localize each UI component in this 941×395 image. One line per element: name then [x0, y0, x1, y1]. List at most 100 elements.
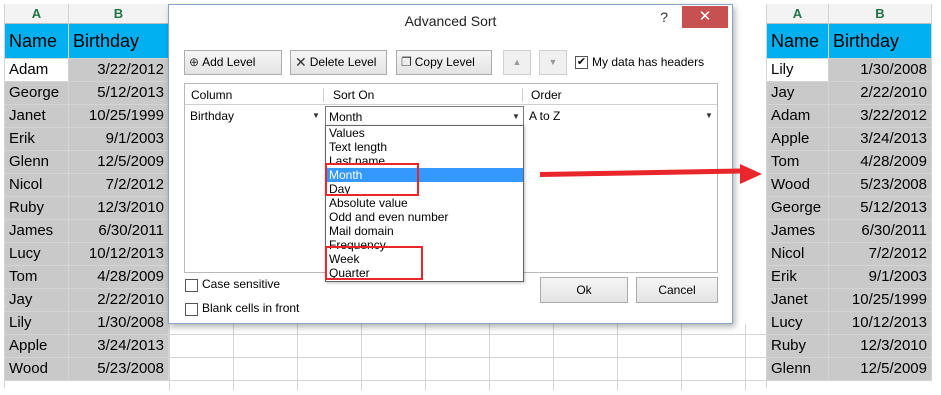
table-row: Jay 2/22/2010: [5, 289, 169, 312]
birthday-cell[interactable]: 10/12/2013: [69, 243, 169, 265]
sort-on-option[interactable]: Mail domain: [326, 224, 523, 238]
name-cell[interactable]: Erik: [5, 128, 69, 150]
name-cell[interactable]: Lucy: [767, 312, 829, 334]
birthday-cell[interactable]: 9/1/2003: [829, 266, 932, 288]
birthday-cell[interactable]: 6/30/2011: [69, 220, 169, 242]
table-row: Erik 9/1/2003: [5, 128, 169, 151]
name-cell[interactable]: Wood: [767, 174, 829, 196]
help-button[interactable]: ?: [660, 9, 668, 25]
name-cell[interactable]: George: [767, 197, 829, 219]
headers-checkbox[interactable]: ✔: [575, 56, 588, 69]
birthday-cell[interactable]: 7/2/2012: [69, 174, 169, 196]
name-cell[interactable]: James: [767, 220, 829, 242]
header-cell-name[interactable]: Name: [767, 24, 829, 58]
cancel-button[interactable]: Cancel: [636, 277, 718, 303]
birthday-cell[interactable]: 3/24/2013: [69, 335, 169, 357]
close-button[interactable]: ✕: [682, 6, 728, 28]
add-level-button[interactable]: ⊕ Add Level: [184, 50, 282, 75]
birthday-cell[interactable]: 12/5/2009: [829, 358, 932, 380]
header-cell-birthday[interactable]: Birthday: [69, 24, 169, 58]
birthday-cell[interactable]: 10/25/1999: [69, 105, 169, 127]
birthday-cell[interactable]: 10/25/1999: [829, 289, 932, 311]
name-cell[interactable]: Adam: [767, 105, 829, 127]
name-cell[interactable]: Nicol: [767, 243, 829, 265]
table-row: Adam 3/22/2012: [767, 105, 932, 128]
sort-on-option[interactable]: Absolute value: [326, 196, 523, 210]
birthday-cell[interactable]: 5/23/2008: [829, 174, 932, 196]
name-cell[interactable]: Ruby: [767, 335, 829, 357]
name-cell[interactable]: Ruby: [5, 197, 69, 219]
birthday-cell[interactable]: 12/3/2010: [829, 335, 932, 357]
name-cell[interactable]: James: [5, 220, 69, 242]
birthday-cell[interactable]: 12/3/2010: [69, 197, 169, 219]
name-cell[interactable]: Glenn: [5, 151, 69, 173]
column-header-b[interactable]: B: [69, 4, 169, 24]
ok-button[interactable]: Ok: [540, 277, 628, 303]
column-select[interactable]: Birthday ▼: [187, 106, 323, 128]
birthday-cell[interactable]: 3/22/2012: [829, 105, 932, 127]
table-row: Lucy 10/12/2013: [767, 312, 932, 335]
birthday-cell[interactable]: 3/24/2013: [829, 128, 932, 150]
birthday-cell[interactable]: 12/5/2009: [69, 151, 169, 173]
header-cell-name[interactable]: Name: [5, 24, 69, 58]
table-row: Jay 2/22/2010: [767, 82, 932, 105]
name-cell[interactable]: Janet: [767, 289, 829, 311]
birthday-cell[interactable]: 3/22/2012: [69, 59, 169, 81]
name-cell[interactable]: Adam: [5, 59, 69, 81]
copy-level-button[interactable]: ❐ Copy Level: [396, 50, 492, 75]
birthday-cell[interactable]: 5/23/2008: [69, 358, 169, 380]
name-cell[interactable]: Apple: [767, 128, 829, 150]
sort-on-option[interactable]: Text length: [326, 140, 523, 154]
name-cell[interactable]: Lily: [767, 59, 829, 81]
table-row: Nicol 7/2/2012: [5, 174, 169, 197]
name-cell[interactable]: Jay: [5, 289, 69, 311]
name-cell[interactable]: Lily: [5, 312, 69, 334]
delete-level-label: Delete Level: [309, 55, 377, 69]
birthday-cell[interactable]: 6/30/2011: [829, 220, 932, 242]
table-row: Wood 5/23/2008: [5, 358, 169, 381]
case-sensitive-checkbox[interactable]: [185, 279, 198, 292]
table-row: Tom 4/28/2009: [5, 266, 169, 289]
order-select[interactable]: A to Z ▼: [526, 106, 716, 128]
delete-level-button[interactable]: ✕ Delete Level: [290, 50, 387, 75]
name-cell[interactable]: Jay: [767, 82, 829, 104]
birthday-cell[interactable]: 4/28/2009: [829, 151, 932, 173]
header-row: Name Birthday: [767, 24, 932, 59]
birthday-cell[interactable]: 2/22/2010: [829, 82, 932, 104]
birthday-cell[interactable]: 5/12/2013: [69, 82, 169, 104]
birthday-cell[interactable]: 10/12/2013: [829, 312, 932, 334]
birthday-cell[interactable]: 9/1/2003: [69, 128, 169, 150]
birthday-cell[interactable]: 1/30/2008: [69, 312, 169, 334]
table-row: Lucy 10/12/2013: [5, 243, 169, 266]
table-row: Nicol 7/2/2012: [767, 243, 932, 266]
table-row: Glenn 12/5/2009: [5, 151, 169, 174]
move-down-button[interactable]: ▼: [539, 50, 567, 75]
birthday-cell[interactable]: 7/2/2012: [829, 243, 932, 265]
blank-cells-checkbox[interactable]: [185, 303, 198, 316]
sort-on-option[interactable]: Odd and even number: [326, 210, 523, 224]
dialog-titlebar[interactable]: Advanced Sort ? ✕: [169, 5, 732, 37]
table-row: Apple 3/24/2013: [5, 335, 169, 358]
name-cell[interactable]: Tom: [767, 151, 829, 173]
name-cell[interactable]: George: [5, 82, 69, 104]
name-cell[interactable]: Apple: [5, 335, 69, 357]
column-header-a[interactable]: A: [5, 4, 69, 24]
move-up-button[interactable]: ▲: [503, 50, 531, 75]
name-cell[interactable]: Wood: [5, 358, 69, 380]
birthday-cell[interactable]: 5/12/2013: [829, 197, 932, 219]
name-cell[interactable]: Erik: [767, 266, 829, 288]
name-cell[interactable]: Janet: [5, 105, 69, 127]
birthday-cell[interactable]: 1/30/2008: [829, 59, 932, 81]
header-cell-birthday[interactable]: Birthday: [829, 24, 932, 58]
copy-level-label: Copy Level: [414, 55, 475, 69]
column-header-b[interactable]: B: [829, 4, 932, 24]
name-cell[interactable]: Nicol: [5, 174, 69, 196]
column-header-a[interactable]: A: [767, 4, 829, 24]
sort-on-option[interactable]: Values: [326, 126, 523, 140]
birthday-cell[interactable]: 4/28/2009: [69, 266, 169, 288]
name-cell[interactable]: Lucy: [5, 243, 69, 265]
table-row: George 5/12/2013: [5, 82, 169, 105]
name-cell[interactable]: Tom: [5, 266, 69, 288]
name-cell[interactable]: Glenn: [767, 358, 829, 380]
birthday-cell[interactable]: 2/22/2010: [69, 289, 169, 311]
